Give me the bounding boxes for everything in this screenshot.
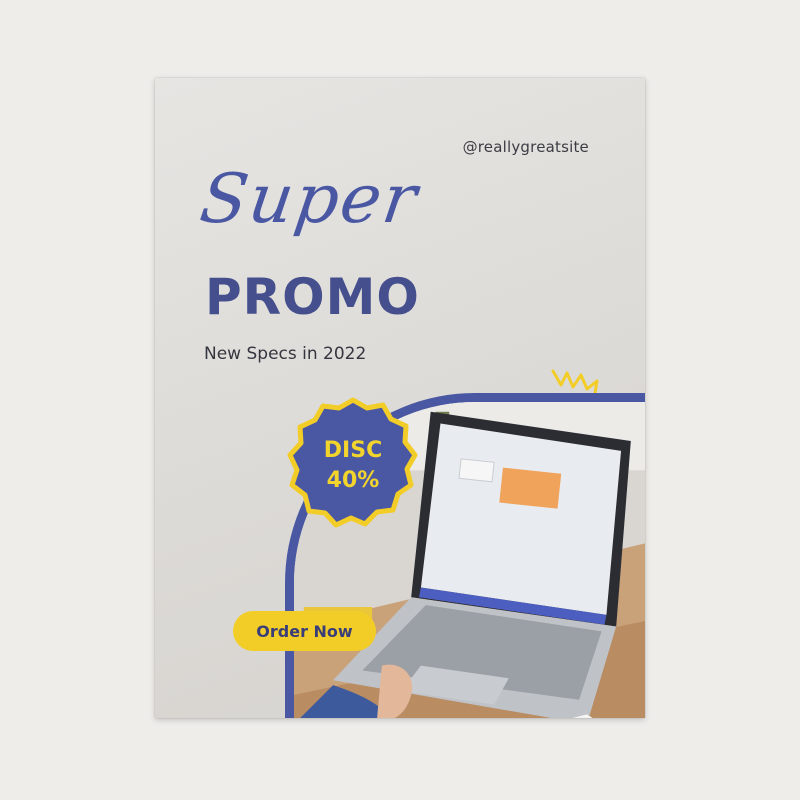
badge-line-1: DISC [323, 438, 383, 463]
social-handle: @reallygreatsite [462, 138, 589, 156]
discount-badge-text: DISC 40% [283, 396, 423, 536]
order-now-button[interactable]: Order Now [233, 611, 376, 651]
promo-poster: @reallygreatsite Super PROMO New Specs i… [155, 78, 645, 718]
script-title: Super [195, 160, 424, 239]
badge-line-2: 40% [326, 468, 380, 493]
main-title: PROMO [205, 268, 420, 326]
subtitle: New Specs in 2022 [204, 344, 367, 364]
